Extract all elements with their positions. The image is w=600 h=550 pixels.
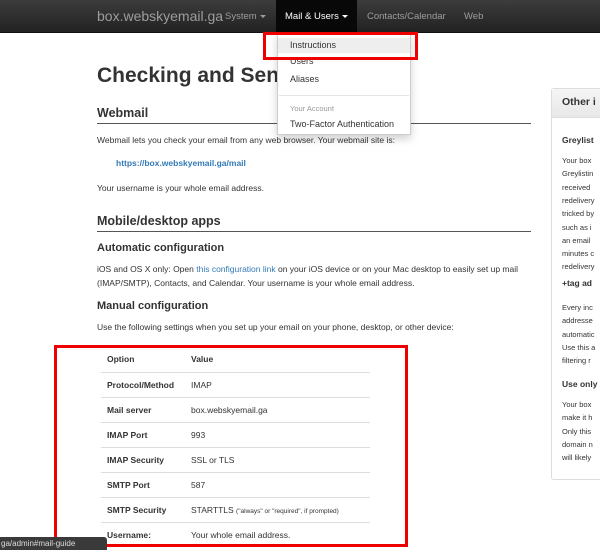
mobile-heading: Mobile/desktop apps bbox=[97, 214, 531, 232]
highlight-box bbox=[263, 32, 418, 60]
manual-config-text: Use the following settings when you set … bbox=[97, 322, 454, 332]
nav-mail-users[interactable]: Mail & Users bbox=[276, 0, 357, 33]
sidebar-text-line: an email bbox=[562, 235, 591, 245]
nav-label: System bbox=[225, 11, 257, 22]
navbar: box.webskyemail.ga System Mail & Users C… bbox=[0, 0, 600, 33]
sidebar-panel: Other i Greylist Your box Greylistin receiv… bbox=[551, 88, 600, 480]
sidebar-section-heading: Use only bbox=[562, 379, 598, 389]
sidebar-text-line: redelivery bbox=[562, 262, 595, 272]
sidebar-text-line: such as i bbox=[562, 222, 592, 232]
status-bar-url: ga/admin#mail-guide bbox=[0, 537, 107, 550]
sidebar-text-line: will likely bbox=[562, 453, 592, 463]
nav-contacts-calendar[interactable]: Contacts/Calendar bbox=[358, 0, 455, 33]
sidebar-text-line: filtering r bbox=[562, 356, 591, 366]
webmail-link[interactable]: https://box.webskyemail.ga/mail bbox=[116, 158, 246, 168]
manual-config-heading: Manual configuration bbox=[97, 300, 209, 312]
webmail-link-row: https://box.webskyemail.ga/mail bbox=[116, 156, 416, 170]
sidebar-text-line: redelivery bbox=[562, 195, 595, 205]
caret-down-icon bbox=[341, 14, 348, 18]
menu-header-your-account: Your Account bbox=[290, 104, 334, 113]
brand-link[interactable]: box.webskyemail.ga bbox=[97, 8, 223, 24]
sidebar-text-line: Use this a bbox=[562, 342, 596, 352]
menu-item-aliases[interactable]: Aliases bbox=[278, 74, 410, 84]
sidebar-text-line: minutes c bbox=[562, 249, 595, 259]
sidebar-text-line: automatic bbox=[562, 329, 595, 339]
highlight-box bbox=[54, 345, 408, 547]
caret-down-icon bbox=[259, 14, 266, 18]
auto-config-heading: Automatic configuration bbox=[97, 242, 225, 254]
panel-title: Other i bbox=[552, 89, 600, 118]
webmail-text: Webmail lets you check your email from a… bbox=[97, 135, 395, 145]
sidebar-section-heading: Greylist bbox=[562, 135, 594, 145]
nav-web[interactable]: Web bbox=[455, 0, 492, 33]
text: iOS and OS X only: Open bbox=[97, 264, 197, 274]
sidebar-text-line: Your box bbox=[562, 400, 592, 409]
nav-label: Mail & Users bbox=[285, 11, 339, 22]
sidebar-text-line: tricked by bbox=[562, 209, 595, 219]
configuration-link[interactable]: this configuration link bbox=[196, 264, 275, 274]
username-note: Your username is your whole email addres… bbox=[97, 183, 264, 193]
sidebar-text-line: Your box bbox=[562, 156, 592, 165]
sidebar-text-line: Only this bbox=[562, 426, 592, 436]
sidebar-text-line: received bbox=[562, 182, 591, 192]
auto-config-text: iOS and OS X only: Open this configurati… bbox=[97, 262, 537, 290]
menu-divider bbox=[279, 95, 409, 96]
sidebar-text-line: Greylistin bbox=[562, 169, 594, 179]
sidebar-text-line: Every inc bbox=[562, 303, 593, 312]
sidebar-section-heading: +tag ad bbox=[562, 278, 592, 288]
nav-system[interactable]: System bbox=[216, 0, 275, 33]
menu-item-two-factor[interactable]: Two-Factor Authentication bbox=[278, 119, 410, 129]
page-title: Checking and Sen bbox=[97, 64, 280, 87]
sidebar-text-line: addresse bbox=[562, 316, 593, 326]
sidebar-text-line: make it h bbox=[562, 413, 593, 423]
sidebar-text-line: domain n bbox=[562, 439, 593, 449]
